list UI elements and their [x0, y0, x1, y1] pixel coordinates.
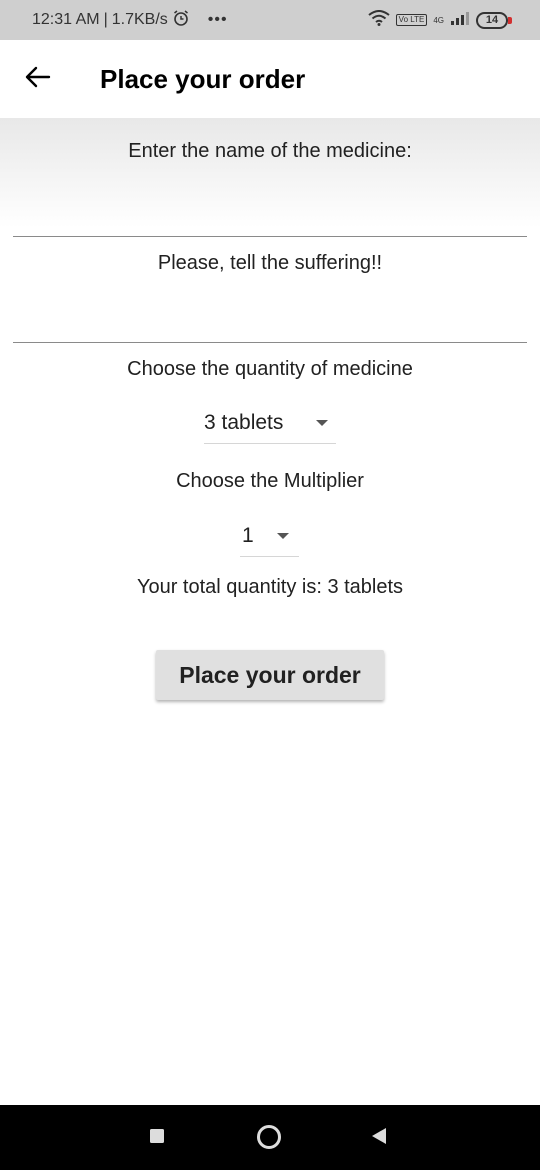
status-left: 12:31 AM | 1.7KB/s •••: [32, 9, 228, 32]
back-button[interactable]: [0, 40, 76, 118]
square-icon: [148, 1127, 166, 1150]
quantity-prompt: Choose the quantity of medicine: [127, 358, 413, 380]
signal-icon: [450, 11, 470, 30]
wifi-icon: [368, 9, 390, 31]
total-quantity-text: Your total quantity is: 3 tablets: [136, 576, 404, 598]
dropdown-caret-icon: [277, 532, 289, 539]
more-notifications-icon: •••: [207, 11, 228, 28]
app-bar: Place your order: [0, 40, 540, 118]
quantity-selected: 3 tablets: [204, 410, 284, 434]
alarm-icon: [172, 9, 190, 32]
medicine-input[interactable]: [13, 188, 527, 236]
recents-button[interactable]: [148, 1127, 166, 1150]
system-back-button[interactable]: [369, 1126, 389, 1151]
suffering-prompt: Please, tell the suffering!!: [157, 252, 383, 274]
circle-icon: [256, 1124, 282, 1155]
page-title: Place your order: [100, 63, 306, 94]
status-time: 12:31 AM: [32, 11, 100, 28]
order-form: Enter the name of the medicine: Please, …: [0, 118, 540, 1105]
status-bar: 12:31 AM | 1.7KB/s ••• Vo LTE 4G 14: [0, 0, 540, 40]
quantity-dropdown[interactable]: 3 tablets: [204, 402, 336, 444]
suffering-input-underline: [13, 342, 527, 343]
network-type: 4G: [433, 15, 444, 25]
arrow-left-icon: [25, 66, 51, 93]
system-nav-bar: [0, 1105, 540, 1170]
battery-icon: 14: [476, 11, 512, 29]
home-button[interactable]: [256, 1124, 282, 1155]
suffering-input[interactable]: [13, 294, 527, 342]
status-speed: 1.7KB/s: [111, 11, 168, 28]
multiplier-prompt: Choose the Multiplier: [176, 470, 364, 492]
medicine-prompt: Enter the name of the medicine:: [128, 140, 412, 162]
dropdown-caret-icon: [316, 419, 328, 426]
place-order-button[interactable]: Place your order: [156, 650, 384, 700]
triangle-back-icon: [369, 1126, 389, 1151]
multiplier-dropdown[interactable]: 1: [240, 515, 299, 557]
medicine-input-underline: [13, 236, 527, 237]
status-right: Vo LTE 4G 14: [368, 9, 512, 31]
multiplier-selected: 1: [242, 523, 254, 547]
status-separator: |: [103, 11, 108, 28]
volte-badge: Vo LTE: [395, 14, 428, 26]
